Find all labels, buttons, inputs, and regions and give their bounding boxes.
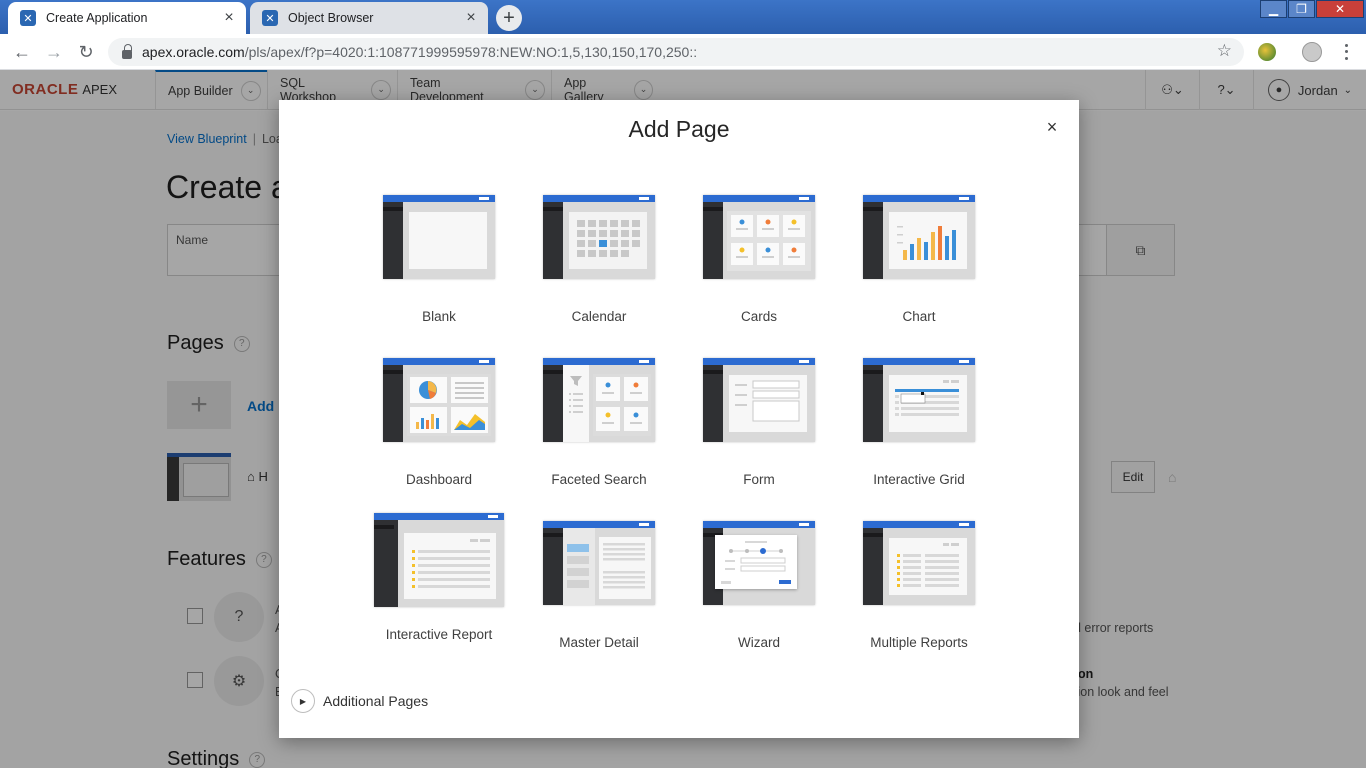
reload-icon[interactable]: ↻ bbox=[74, 40, 98, 64]
browser-tab-create-application[interactable]: ✕ Create Application × bbox=[8, 2, 246, 34]
window-restore-button[interactable]: ❐ bbox=[1288, 0, 1315, 18]
browser-tab-object-browser[interactable]: ✕ Object Browser × bbox=[250, 2, 488, 34]
cards-page-icon bbox=[703, 195, 815, 279]
tile-label: Master Detail bbox=[559, 635, 639, 650]
additional-pages-label: Additional Pages bbox=[323, 693, 429, 709]
extension-icon[interactable] bbox=[1258, 43, 1276, 61]
dialog-title: Add Page bbox=[628, 116, 730, 142]
tile-blank[interactable]: Blank bbox=[359, 195, 519, 335]
close-icon[interactable]: × bbox=[1043, 117, 1061, 137]
close-tab-icon[interactable]: × bbox=[220, 9, 238, 27]
browser-menu-icon[interactable] bbox=[1338, 42, 1354, 62]
back-arrow-icon[interactable]: ← bbox=[10, 40, 34, 64]
tile-dashboard[interactable]: Dashboard bbox=[359, 358, 519, 498]
tile-label: Dashboard bbox=[405, 472, 473, 487]
tile-label: Multiple Reports bbox=[870, 635, 968, 650]
browser-toolbar: ← → ↻ apex.oracle.com/pls/apex/f?p=4020:… bbox=[0, 34, 1366, 70]
tile-label: Form bbox=[743, 472, 775, 487]
tile-cards[interactable]: Cards bbox=[679, 195, 839, 335]
tile-wizard[interactable]: Wizard bbox=[679, 521, 839, 661]
apex-favicon-icon: ✕ bbox=[20, 10, 36, 26]
tile-label: Blank bbox=[422, 309, 456, 324]
tile-label: Faceted Search bbox=[551, 472, 647, 487]
profile-avatar[interactable] bbox=[1302, 42, 1322, 62]
tile-label: Interactive Grid bbox=[873, 472, 965, 487]
tab-title: Object Browser bbox=[288, 11, 374, 25]
add-page-dialog: Add Page × Blank Calendar Cards Chart Da… bbox=[279, 100, 1079, 738]
calendar-page-icon bbox=[543, 195, 655, 279]
tile-calendar[interactable]: Calendar bbox=[519, 195, 679, 335]
form-page-icon bbox=[703, 358, 815, 442]
master-detail-page-icon bbox=[543, 521, 655, 605]
tile-label: Interactive Report bbox=[385, 627, 493, 642]
tile-faceted-search[interactable]: Faceted Search bbox=[519, 358, 679, 498]
browser-tab-strip: ✕ Create Application × ✕ Object Browser … bbox=[0, 0, 1366, 34]
dashboard-page-icon bbox=[383, 358, 495, 442]
new-tab-button[interactable]: + bbox=[496, 5, 522, 31]
interactive-grid-page-icon bbox=[863, 358, 975, 442]
url-host: apex.oracle.com bbox=[142, 44, 245, 60]
close-tab-icon[interactable]: × bbox=[462, 9, 480, 27]
tile-label: Chart bbox=[902, 309, 936, 324]
tile-interactive-report[interactable]: Interactive Report bbox=[359, 513, 519, 661]
window-minimize-button[interactable]: ▁ bbox=[1260, 0, 1287, 18]
forward-arrow-icon[interactable]: → bbox=[42, 40, 66, 64]
faceted-search-page-icon bbox=[543, 358, 655, 442]
apex-favicon-icon: ✕ bbox=[262, 10, 278, 26]
window-close-button[interactable]: ✕ bbox=[1316, 0, 1364, 18]
tile-chart[interactable]: Chart bbox=[839, 195, 999, 335]
wizard-page-icon bbox=[703, 521, 815, 605]
address-bar[interactable]: apex.oracle.com/pls/apex/f?p=4020:1:1087… bbox=[108, 38, 1244, 66]
tile-master-detail[interactable]: Master Detail bbox=[519, 521, 679, 661]
tab-title: Create Application bbox=[46, 11, 148, 25]
tile-form[interactable]: Form bbox=[679, 358, 839, 498]
tile-label: Calendar bbox=[571, 309, 627, 324]
url-path: /pls/apex/f?p=4020:1:108771999595978:NEW… bbox=[244, 44, 698, 60]
tile-label: Cards bbox=[740, 309, 777, 324]
tile-label: Wizard bbox=[737, 635, 780, 650]
additional-pages-toggle[interactable]: ▶ Additional Pages bbox=[291, 689, 428, 713]
play-triangle-icon[interactable]: ▶ bbox=[291, 689, 315, 713]
tile-multiple-reports[interactable]: Multiple Reports bbox=[839, 521, 999, 661]
lock-icon bbox=[122, 43, 132, 59]
blank-page-icon bbox=[383, 195, 495, 279]
multiple-reports-page-icon bbox=[863, 521, 975, 605]
interactive-report-page-icon bbox=[374, 513, 504, 607]
chart-page-icon bbox=[863, 195, 975, 279]
bookmark-star-icon[interactable]: ☆ bbox=[1217, 41, 1232, 61]
tile-interactive-grid[interactable]: Interactive Grid bbox=[839, 358, 999, 498]
